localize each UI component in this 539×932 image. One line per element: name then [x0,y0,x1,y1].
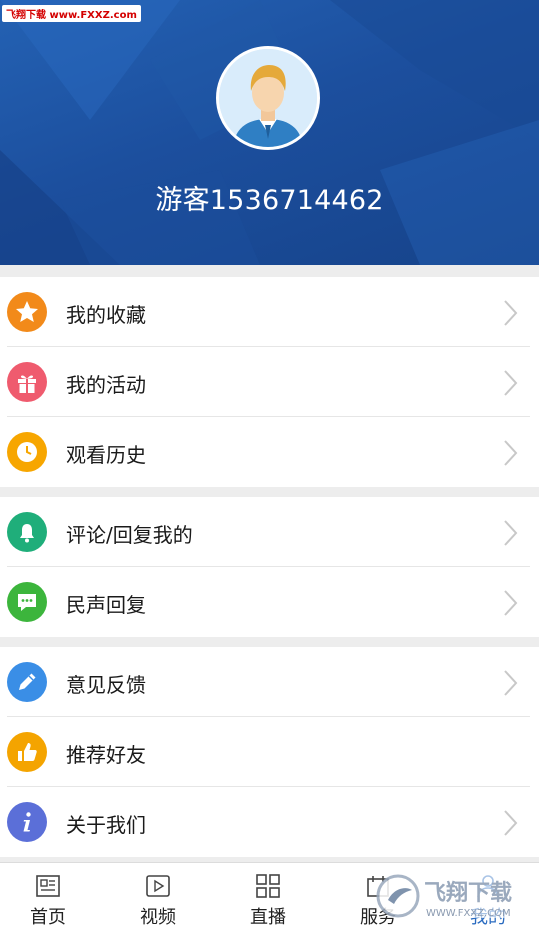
menu-item-label: 关于我们 [66,813,146,837]
watermark-logo-title: 飞翔下载 [424,880,512,906]
menu-item-watch-history[interactable]: 观看历史 [0,417,539,487]
gift-icon [7,362,47,402]
watermark-logo: 飞翔下载 WWW.FXXZ.COM [376,874,532,919]
clock-icon [7,432,47,472]
menu-item-comments-replies[interactable]: 评论/回复我的 [0,497,539,567]
chevron-right-icon [504,370,518,396]
tab-live[interactable]: 直播 [213,863,323,932]
username: 游客1536714462 [155,185,384,216]
tab-label: 直播 [250,907,286,928]
news-icon [36,875,60,897]
profile-header: 飞翔下载 www.FXXZ.com 游客1536714462 [0,0,539,265]
info-icon [7,802,47,842]
avatar-person-icon [219,49,317,147]
video-icon [146,875,170,897]
star-icon [7,292,47,332]
menu-item-feedback[interactable]: 意见反馈 [0,647,539,717]
menu-item-label: 我的活动 [66,373,146,397]
chevron-right-icon [504,810,518,836]
menu-item-label: 我的收藏 [66,303,146,327]
chevron-right-icon [504,520,518,546]
watermark-badge: 飞翔下载 www.FXXZ.com [2,5,141,22]
chevron-right-icon [504,670,518,696]
menu-group-messages: 评论/回复我的 民声回复 [0,497,539,637]
menu-item-recommend-friends[interactable]: 推荐好友 [0,717,539,787]
menu-item-label: 观看历史 [66,443,146,467]
menu-item-label: 推荐好友 [66,743,146,767]
menu-item-label: 评论/回复我的 [66,523,193,547]
grid-icon [256,874,280,898]
menu-item-label: 民声回复 [66,593,146,617]
chevron-right-icon [504,440,518,466]
tab-home[interactable]: 首页 [0,863,103,932]
tab-video[interactable]: 视频 [103,863,213,932]
chevron-right-icon [504,300,518,326]
menu-item-label: 意见反馈 [66,673,146,697]
bell-icon [7,512,47,552]
menu-item-activities[interactable]: 我的活动 [0,347,539,417]
tab-label: 视频 [140,907,176,928]
tab-label: 首页 [30,907,66,928]
thumbs-up-icon [7,732,47,772]
menu-item-favorites[interactable]: 我的收藏 [0,277,539,347]
watermark-logo-url: WWW.FXXZ.COM [426,908,511,919]
chat-icon [7,582,47,622]
menu-group-more: 意见反馈 推荐好友 关于我们 [0,647,539,857]
menu-item-public-replies[interactable]: 民声回复 [0,567,539,637]
pencil-icon [7,662,47,702]
menu-item-about-us[interactable]: 关于我们 [0,787,539,857]
menu-group-personal: 我的收藏 我的活动 观看历史 [0,277,539,487]
chevron-right-icon [504,590,518,616]
avatar[interactable] [216,46,320,150]
